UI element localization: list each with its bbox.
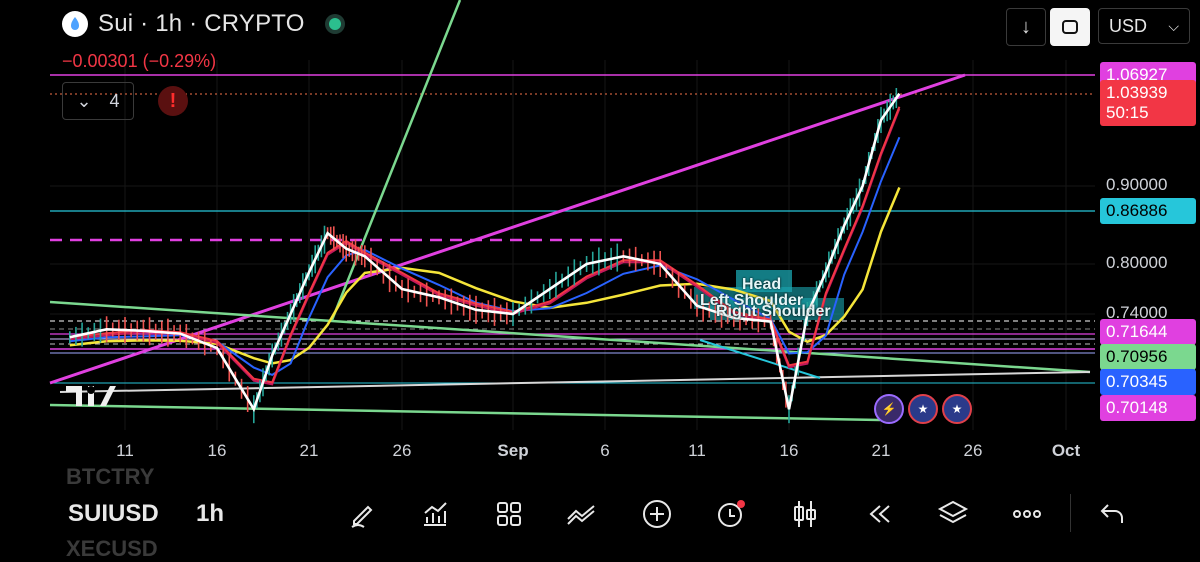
price-label-2: 0.86886: [1100, 198, 1196, 224]
candlestick-icon: [794, 501, 816, 527]
symbol-title: Sui · 1h · CRYPTO: [98, 10, 305, 37]
price-chart[interactable]: [0, 0, 1200, 554]
price-label-5: 0.70345: [1100, 369, 1196, 395]
layers-icon: [937, 500, 969, 524]
x-tick-label-5: 6: [600, 441, 610, 460]
grid-icon: [497, 502, 521, 526]
toolbar-divider: [1070, 494, 1071, 532]
base-trendline-white: [59, 371, 1091, 393]
indicators-button[interactable]: [416, 496, 454, 532]
symbol-selector[interactable]: SUIUSD: [68, 500, 159, 528]
annotation-right-shoulder-label: Right Shoulder: [716, 303, 831, 320]
undo-icon: [1100, 504, 1123, 523]
fullscreen-icon: [1062, 20, 1078, 34]
chevron-down-icon: ⌵: [1168, 17, 1179, 34]
y-tick-label-2: 0.74000: [1106, 303, 1168, 322]
compare-lines-icon: [567, 505, 595, 525]
alarm-clock-icon: [718, 500, 745, 527]
sui-logo-icon: [62, 11, 88, 37]
x-tick-label-1: 16: [207, 441, 227, 460]
market-status-icon: [324, 14, 345, 34]
draw-tool-button[interactable]: [344, 496, 382, 532]
x-tick-label-2: 21: [299, 441, 319, 460]
x-tick-label-8: 21: [871, 441, 891, 460]
x-tick-label-9: 26: [963, 441, 983, 460]
annotation-head-label: Head: [742, 276, 782, 293]
indicator-count: 4: [109, 90, 120, 111]
falling-trendline-green: [49, 300, 1091, 374]
layouts-button[interactable]: [490, 496, 528, 532]
price-label-6: 0.70148: [1100, 395, 1196, 421]
compare-button[interactable]: [562, 496, 600, 532]
more-dots-icon: [1013, 510, 1041, 518]
price-label-1: 1.03939 50:15: [1100, 80, 1196, 126]
us-flag-icon[interactable]: ★: [908, 394, 938, 424]
chevron-down-icon: ⌄: [76, 90, 92, 111]
more-button[interactable]: [1008, 496, 1046, 532]
price-change: −0.00301 (−0.29%): [62, 51, 217, 71]
arrow-down-icon: ↓: [1021, 15, 1031, 38]
download-button[interactable]: ↓: [1006, 8, 1046, 46]
fullscreen-button[interactable]: [1050, 8, 1090, 46]
price-line-white: [69, 92, 901, 413]
alerts-button[interactable]: [712, 496, 750, 532]
price-label-4: 0.70956: [1100, 344, 1196, 370]
countdown-timer: 50:15: [1106, 103, 1149, 122]
x-tick-label-3: 26: [392, 441, 412, 460]
plus-circle-icon: [643, 500, 671, 528]
currency-select[interactable]: USD ⌵: [1098, 8, 1190, 44]
tradingview-logo-icon: [66, 382, 116, 415]
undo-button[interactable]: [1094, 496, 1132, 532]
warning-icon[interactable]: !: [158, 86, 188, 116]
y-tick-label-1: 0.80000: [1106, 253, 1168, 272]
pencil-icon: [351, 505, 373, 528]
x-tick-label-10: Oct: [1051, 441, 1081, 460]
x-tick-label-7: 16: [779, 441, 799, 460]
price-label-value: 1.03939: [1106, 83, 1168, 102]
interval-selector[interactable]: 1h: [196, 500, 224, 528]
chart-type-button[interactable]: [786, 496, 824, 532]
x-tick-label-6: 11: [688, 441, 706, 460]
rewind-icon: [869, 505, 890, 523]
chart-indicator-icon: [424, 502, 447, 526]
symbol-header[interactable]: Sui · 1h · CRYPTO: [62, 10, 345, 38]
previous-symbol[interactable]: BTCTRY: [66, 464, 154, 490]
add-button[interactable]: [638, 496, 676, 532]
lightning-icon[interactable]: ⚡: [874, 394, 904, 424]
replay-button[interactable]: [860, 496, 898, 532]
next-symbol[interactable]: XECUSD: [66, 536, 158, 562]
lower-trendline-green: [49, 403, 881, 422]
us-flag-icon[interactable]: ★: [942, 394, 972, 424]
annotation-right-shoulder[interactable]: Right Shoulder: [716, 303, 831, 321]
object-tree-button[interactable]: [934, 496, 972, 532]
x-tick-label-0: 11: [116, 441, 134, 460]
indicators-toggle[interactable]: ⌄ 4: [62, 82, 134, 120]
currency-value: USD: [1109, 15, 1148, 36]
y-tick-label-0: 0.90000: [1106, 175, 1168, 194]
economic-events[interactable]: ⚡ ★ ★: [874, 394, 972, 424]
x-tick-label-4: Sep: [497, 441, 529, 460]
